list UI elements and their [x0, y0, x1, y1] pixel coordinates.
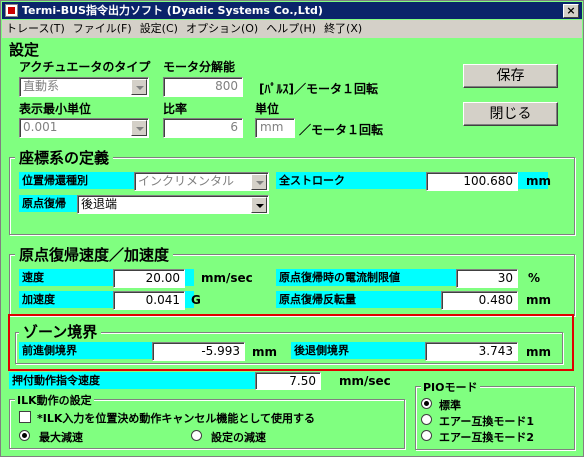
chevron-down-icon	[131, 79, 147, 95]
menu-bar: トレース(T) ファイル(F) 設定(C) オプション(O) ヘルプ(H) 終了(X)	[2, 20, 582, 38]
zone-highlight-box	[8, 314, 574, 371]
pio-radio-standard[interactable]	[421, 398, 432, 409]
pio-air1-label: エアー互換モード1	[439, 415, 534, 428]
chevron-down-icon	[131, 120, 147, 136]
min-unit-value: 0.001	[23, 120, 58, 134]
radio-set-decel-label: 設定の減速	[211, 431, 266, 444]
app-icon	[5, 4, 18, 17]
menu-settings[interactable]: 設定(C)	[136, 20, 182, 38]
menu-options[interactable]: オプション(O)	[182, 20, 262, 38]
pos-return-value: インクリメンタル	[138, 174, 235, 188]
ilk-checkbox[interactable]	[19, 411, 31, 423]
chevron-down-icon	[251, 197, 267, 213]
ilk-title: ILK動作の設定	[15, 392, 94, 408]
ilk-checkbox-label: *ILK入力を位置決め動作キャンセル機能として使用する	[37, 412, 316, 425]
push-speed-unit: mm/sec	[339, 374, 391, 388]
ratio-label: 比率	[163, 102, 188, 116]
origin-return-value: 後退端	[81, 197, 118, 211]
menu-file[interactable]: ファイル(F)	[69, 20, 136, 38]
accel-field[interactable]: 0.041	[113, 291, 185, 310]
menu-help[interactable]: ヘルプ(H)	[262, 20, 320, 38]
unit-suffix-label: ／モータ１回転	[299, 123, 384, 137]
pio-radio-air1[interactable]	[421, 414, 432, 425]
title-bar: Termi-BUS指令出力ソフト (Dyadic Systems Co.,Ltd…	[2, 2, 582, 19]
close-button[interactable]: 閉じる	[463, 102, 558, 126]
coord-title: 座標系の定義	[15, 147, 114, 168]
main-window: Termi-BUS指令出力ソフト (Dyadic Systems Co.,Ltd…	[0, 0, 584, 457]
radio-max-decel-label: 最大減速	[39, 431, 83, 444]
full-stroke-field[interactable]: 100.680	[426, 172, 518, 191]
unit-field[interactable]: mm	[255, 118, 295, 138]
push-speed-field[interactable]: 7.50	[255, 372, 321, 390]
radio-set-decel[interactable]	[191, 430, 202, 441]
current-limit-field[interactable]: 30	[456, 269, 518, 288]
pos-return-select[interactable]: インクリメンタル	[134, 172, 269, 191]
origin-speed-title: 原点復帰速度／加速度	[15, 244, 174, 265]
pio-standard-label: 標準	[439, 399, 461, 412]
actuator-type-select[interactable]: 直動系	[19, 77, 149, 97]
menu-trace[interactable]: トレース(T)	[2, 20, 69, 38]
radio-max-decel[interactable]	[19, 430, 30, 441]
accel-unit: G	[191, 293, 201, 307]
reverse-field[interactable]: 0.480	[441, 291, 518, 310]
unit-label: 単位	[255, 102, 280, 116]
speed-field[interactable]: 20.00	[113, 269, 185, 288]
origin-return-select[interactable]: 後退端	[77, 195, 269, 214]
menu-exit[interactable]: 終了(X)	[320, 20, 366, 38]
motor-resolution-field[interactable]: 800	[163, 77, 243, 97]
motor-resolution-label: モータ分解能	[163, 60, 236, 74]
min-unit-select[interactable]: 0.001	[19, 118, 149, 138]
pio-air2-label: エアー互換モード2	[439, 431, 534, 444]
actuator-type-value: 直動系	[23, 79, 60, 93]
settings-title: 設定	[9, 41, 40, 59]
speed-unit: mm/sec	[201, 271, 253, 285]
actuator-type-label: アクチュエータのタイプ	[19, 60, 151, 74]
window-title: Termi-BUS指令出力ソフト (Dyadic Systems Co.,Ltd…	[22, 4, 323, 17]
save-button[interactable]: 保存	[463, 64, 558, 88]
pio-title: PIOモード	[421, 379, 480, 395]
full-stroke-unit: mm	[526, 174, 552, 188]
current-limit-unit: %	[528, 271, 541, 285]
reverse-unit: mm	[526, 293, 552, 307]
ratio-field[interactable]: 6	[163, 118, 243, 138]
min-unit-label: 表示最小単位	[19, 102, 92, 116]
chevron-down-icon	[251, 174, 267, 190]
close-window-button[interactable]: ×	[563, 4, 579, 18]
pio-radio-air2[interactable]	[421, 430, 432, 441]
pulse-unit-label: [ﾊﾟﾙｽ]／モータ１回転	[259, 82, 378, 96]
